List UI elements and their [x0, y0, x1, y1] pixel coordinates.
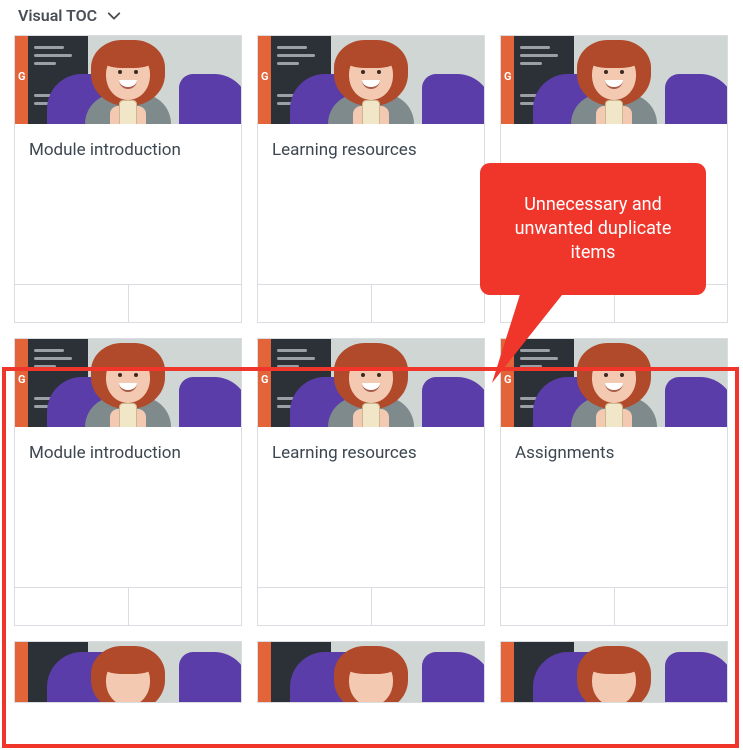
card-footer-cell [15, 588, 129, 625]
toc-card[interactable]: G Learning resources [257, 35, 485, 323]
card-title: Learning resources [272, 443, 470, 463]
card-thumbnail: G [15, 36, 241, 124]
toc-card[interactable] [14, 641, 242, 703]
toc-card[interactable]: G Learning resources [257, 338, 485, 626]
card-title: Assignments [515, 443, 713, 463]
card-grid-row-3 [0, 641, 743, 703]
card-grid-row-2: G Module introduction G Learning resourc… [0, 338, 743, 626]
toc-card[interactable] [500, 641, 728, 703]
card-footer [258, 587, 484, 625]
toc-card[interactable]: G Module introduction [14, 35, 242, 323]
card-footer-cell [129, 285, 242, 322]
annotation-text: Unnecessary and unwanted duplicate items [502, 193, 684, 266]
card-footer-cell [615, 588, 728, 625]
card-footer-cell [129, 588, 242, 625]
card-title: Module introduction [29, 443, 227, 463]
card-thumbnail [501, 642, 727, 702]
card-footer-cell [258, 285, 372, 322]
toc-card[interactable]: G Module introduction [14, 338, 242, 626]
card-thumbnail: G [501, 36, 727, 124]
card-thumbnail: G [258, 339, 484, 427]
card-thumbnail: G [15, 339, 241, 427]
card-footer [258, 284, 484, 322]
widget-header[interactable]: Visual TOC [0, 0, 743, 35]
card-footer [501, 587, 727, 625]
card-thumbnail: G [258, 36, 484, 124]
card-footer-cell [501, 588, 615, 625]
card-footer-cell [15, 285, 129, 322]
card-thumbnail [15, 642, 241, 702]
card-thumbnail [258, 642, 484, 702]
widget-title: Visual TOC [18, 6, 97, 25]
card-footer-cell [372, 285, 485, 322]
card-footer [15, 284, 241, 322]
card-title: Module introduction [29, 140, 227, 160]
annotation-callout: Unnecessary and unwanted duplicate items [480, 163, 706, 295]
toc-card[interactable] [257, 641, 485, 703]
card-footer-cell [258, 588, 372, 625]
chevron-down-icon [107, 9, 121, 23]
card-footer-cell [372, 588, 485, 625]
card-title: Learning resources [272, 140, 470, 160]
card-footer [15, 587, 241, 625]
